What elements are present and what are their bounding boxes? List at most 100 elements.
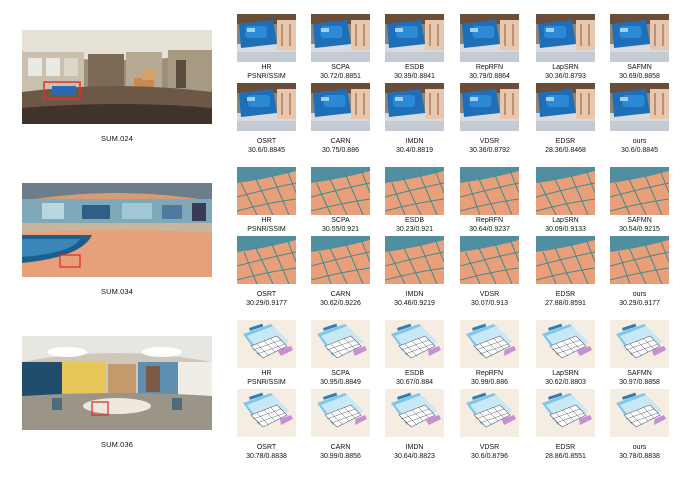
psnr-ssim-score: 30.67/0.884 <box>396 378 433 386</box>
crop-patch <box>237 14 296 62</box>
crop-caption: HR PSNR/SSIM <box>229 64 305 81</box>
crop-caption: SAFMN 30.69/0.8858 <box>602 64 678 81</box>
crop-patch <box>460 167 519 215</box>
crop-patch <box>536 389 595 437</box>
panorama-label: SUM.034 <box>101 287 133 296</box>
method-name: ESDB <box>404 217 425 224</box>
crop-patch <box>385 167 444 215</box>
crop-patch <box>536 320 595 368</box>
method-name: ours <box>632 444 647 451</box>
psnr-ssim-score: 30.55/0.921 <box>322 225 359 233</box>
crop-caption: LapSRN 30.36/0.8793 <box>528 64 604 81</box>
psnr-ssim-score: 28.36/0.8468 <box>545 146 586 154</box>
crop-patch <box>460 320 519 368</box>
crop-caption: SAFMN 30.97/0.8858 <box>602 370 678 387</box>
psnr-ssim-score: 30.97/0.8858 <box>619 378 660 386</box>
psnr-ssim-score: 30.36/0.8792 <box>469 146 510 154</box>
method-name: OSRT <box>256 291 277 298</box>
crop-caption: EDSR 27.88/0.8591 <box>528 291 604 308</box>
psnr-ssim-score: 30.78/0.8838 <box>246 452 287 460</box>
panorama-label: SUM.036 <box>101 440 133 449</box>
method-name: IMDN <box>405 138 424 145</box>
crop-caption: IMDN 30.64/0.8823 <box>377 444 453 461</box>
crop-caption: ours 30.6/0.8845 <box>602 138 678 155</box>
method-name: SCPA <box>331 370 350 377</box>
method-name: RepRFN <box>475 64 504 71</box>
crop-patch <box>237 83 296 131</box>
crop-patch <box>311 14 370 62</box>
psnr-ssim-score: 30.75/0.886 <box>322 146 359 154</box>
psnr-ssim-score: 30.78/0.8838 <box>619 452 660 460</box>
crop-caption: ours 30.29/0.9177 <box>602 291 678 308</box>
crop-caption: ESDB 30.39/0.8841 <box>377 64 453 81</box>
psnr-ssim-score: 30.29/0.9177 <box>619 299 660 307</box>
method-name: HR <box>261 370 272 377</box>
crop-caption: CARN 30.62/0.9226 <box>303 291 379 308</box>
crop-caption: RepRFN 30.79/0.8864 <box>452 64 528 81</box>
crop-patch <box>460 83 519 131</box>
crop-patch <box>311 389 370 437</box>
crop-patch <box>460 14 519 62</box>
method-name: EDSR <box>555 138 576 145</box>
crop-patch <box>385 83 444 131</box>
psnr-ssim-score: 30.62/0.8803 <box>545 378 586 386</box>
psnr-ssim-score: 30.54/0.9215 <box>619 225 660 233</box>
method-name: CARN <box>330 444 351 451</box>
crop-caption: SCPA 30.55/0.921 <box>303 217 379 234</box>
psnr-ssim-score: 30.64/0.9237 <box>469 225 510 233</box>
crop-caption: RepRFN 30.99/0.886 <box>452 370 528 387</box>
method-name: IMDN <box>405 291 424 298</box>
method-name: SCPA <box>331 64 350 71</box>
psnr-ssim-score: 30.4/0.8819 <box>396 146 433 154</box>
method-name: EDSR <box>555 444 576 451</box>
crop-patch <box>385 389 444 437</box>
crop-patch <box>610 320 669 368</box>
crop-patch <box>385 14 444 62</box>
crop-caption: VDSR 30.6/0.8796 <box>452 444 528 461</box>
method-name: ours <box>632 138 647 145</box>
psnr-ssim-score: 30.09/0.9133 <box>545 225 586 233</box>
crop-caption: VDSR 30.07/0.913 <box>452 291 528 308</box>
psnr-ssim-score: 28.86/0.8551 <box>545 452 586 460</box>
panorama-image <box>22 336 212 430</box>
psnr-ssim-score: 30.46/0.9219 <box>394 299 435 307</box>
crop-patch <box>237 167 296 215</box>
psnr-ssim-score: 30.07/0.913 <box>471 299 508 307</box>
method-name: LapSRN <box>552 64 579 71</box>
psnr-ssim-score: 30.23/0.921 <box>396 225 433 233</box>
crop-patch <box>460 389 519 437</box>
crop-caption: LapSRN 30.62/0.8803 <box>528 370 604 387</box>
psnr-ssim-score: 30.79/0.8864 <box>469 72 510 80</box>
crop-caption: OSRT 30.78/0.8838 <box>229 444 305 461</box>
crop-patch <box>385 236 444 284</box>
method-name: VDSR <box>479 291 500 298</box>
crop-caption: SAFMN 30.54/0.9215 <box>602 217 678 234</box>
method-name: LapSRN <box>552 370 579 377</box>
method-name: SAFMN <box>627 370 652 377</box>
psnr-ssim-score: PSNR/SSIM <box>247 378 286 386</box>
psnr-ssim-score: 30.72/0.8851 <box>320 72 361 80</box>
method-name: HR <box>261 64 272 71</box>
psnr-ssim-score: PSNR/SSIM <box>247 72 286 80</box>
method-name: VDSR <box>479 444 500 451</box>
crop-patch <box>536 236 595 284</box>
psnr-ssim-score: 30.95/0.8849 <box>320 378 361 386</box>
crop-caption: IMDN 30.4/0.8819 <box>377 138 453 155</box>
crop-caption: EDSR 28.36/0.8468 <box>528 138 604 155</box>
crop-caption: HR PSNR/SSIM <box>229 217 305 234</box>
method-name: CARN <box>330 291 351 298</box>
psnr-ssim-score: PSNR/SSIM <box>247 225 286 233</box>
psnr-ssim-score: 30.6/0.8845 <box>621 146 658 154</box>
crop-caption: SCPA 30.72/0.8851 <box>303 64 379 81</box>
psnr-ssim-score: 30.62/0.9226 <box>320 299 361 307</box>
crop-patch <box>311 320 370 368</box>
method-name: RepRFN <box>475 217 504 224</box>
psnr-ssim-score: 30.99/0.886 <box>471 378 508 386</box>
method-name: SCPA <box>331 217 350 224</box>
crop-caption: CARN 30.99/0.8856 <box>303 444 379 461</box>
crop-patch <box>610 83 669 131</box>
method-name: ESDB <box>404 64 425 71</box>
psnr-ssim-score: 30.6/0.8845 <box>248 146 285 154</box>
crop-caption: ESDB 30.67/0.884 <box>377 370 453 387</box>
crop-patch <box>237 389 296 437</box>
